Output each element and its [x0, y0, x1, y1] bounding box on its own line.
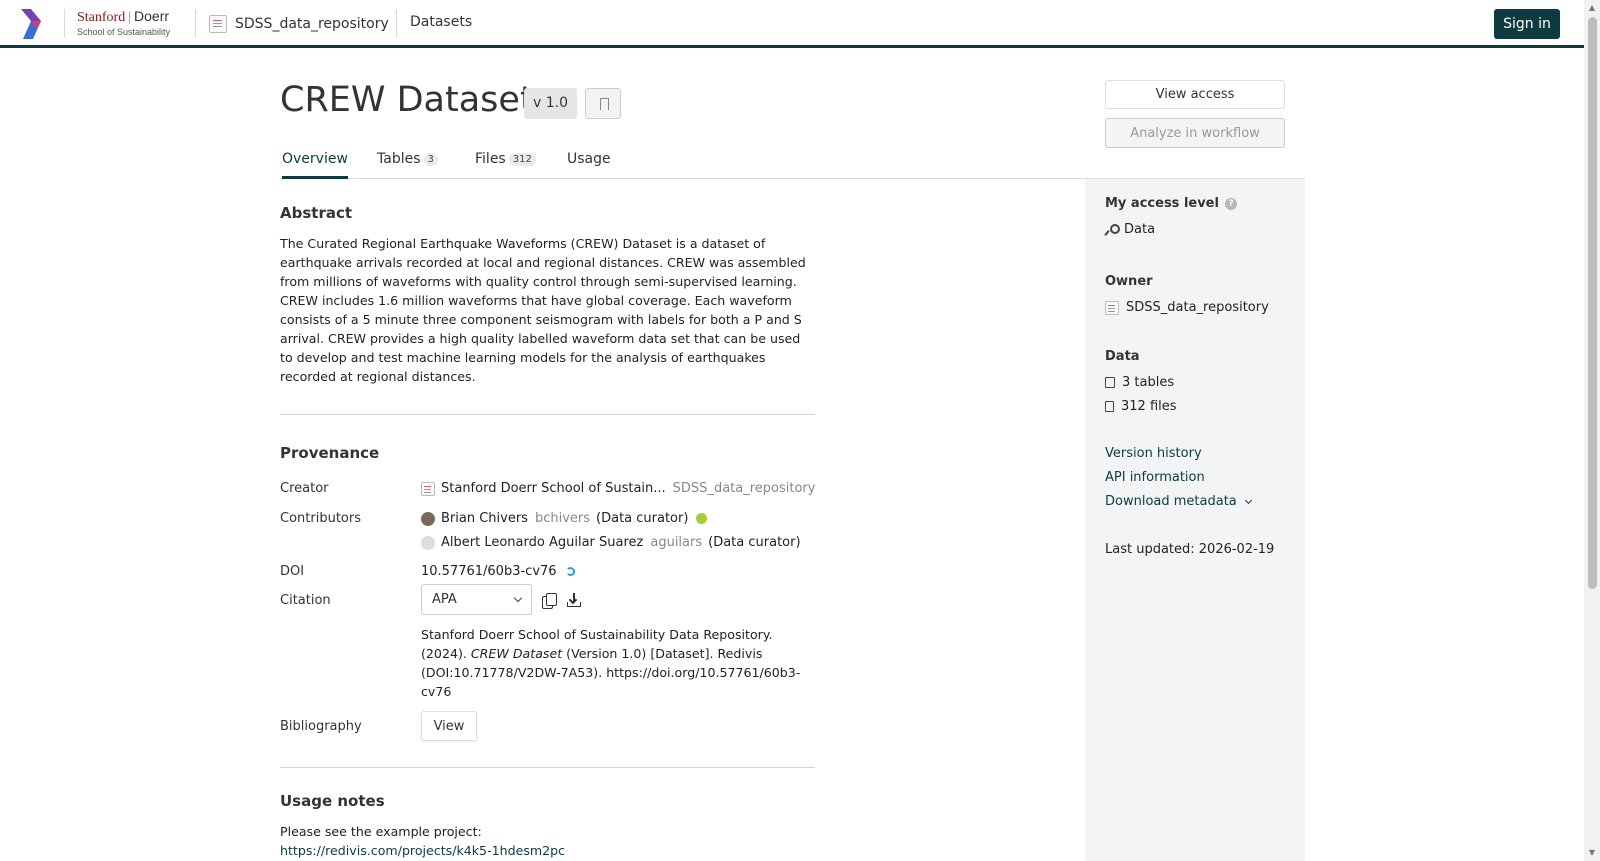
usage-notes-heading: Usage notes	[280, 792, 385, 810]
contributor-handle: aguilars	[650, 535, 703, 550]
abstract-heading: Abstract	[280, 204, 353, 222]
scroll-up-arrow-icon[interactable]: ▲	[1587, 3, 1597, 13]
view-bibliography-button[interactable]: View	[421, 711, 477, 741]
contributor-handle: bchivers	[534, 511, 591, 526]
org-logo[interactable]: Stanford | Doerr School of Sustainability	[77, 8, 182, 40]
divider	[64, 9, 65, 37]
tab-files-count: 312	[508, 153, 536, 166]
tab-tables-count: 3	[423, 153, 438, 166]
contributors-label: Contributors	[280, 511, 361, 526]
repository-icon	[421, 481, 435, 496]
last-updated: Last updated: 2026-02-19	[1105, 542, 1275, 557]
contributor-item[interactable]: Brian Chivers bchivers (Data curator)	[421, 511, 708, 526]
citation-title: CREW Dataset	[470, 646, 563, 661]
breadcrumb-repository-label: SDSS_data_repository	[235, 16, 389, 32]
tab-overview-label: Overview	[282, 151, 348, 167]
access-level-text: Data	[1124, 222, 1156, 237]
scrollbar-thumb[interactable]	[1588, 17, 1597, 589]
bookmark-icon[interactable]	[585, 88, 621, 119]
tab-overview[interactable]: Overview	[282, 151, 348, 179]
redivis-logo-icon[interactable]	[19, 9, 45, 39]
creator-handle: SDSS_data_repository	[672, 481, 816, 496]
analyze-in-workflow-button[interactable]: Analyze in workflow	[1105, 118, 1285, 148]
dataset-title: CREW Dataset	[280, 80, 534, 120]
copy-icon[interactable]	[542, 593, 557, 609]
download-metadata-dropdown[interactable]: Download metadata	[1105, 494, 1252, 509]
divider	[195, 9, 196, 37]
example-project-link[interactable]: https://redivis.com/projects/k4k5-1hdesm…	[280, 843, 565, 858]
tables-count-text: 3 tables	[1122, 375, 1175, 390]
details-sidebar: My access level? Data Owner SDSS_data_re…	[1085, 179, 1305, 861]
contributor-name: Albert Leonardo Aguilar Suarez	[441, 535, 644, 550]
creator-label: Creator	[280, 481, 329, 496]
download-metadata-label: Download metadata	[1105, 494, 1237, 509]
avatar	[421, 511, 435, 526]
contributor-item[interactable]: Albert Leonardo Aguilar Suarez aguilars …	[421, 535, 801, 550]
version-history-link[interactable]: Version history	[1105, 446, 1202, 461]
tab-usage[interactable]: Usage	[567, 151, 611, 179]
table-icon	[1105, 377, 1115, 388]
files-count-text: 312 files	[1121, 399, 1177, 414]
doi-label: DOI	[280, 564, 305, 579]
files-count[interactable]: 312 files	[1105, 399, 1177, 414]
data-label: Data	[1105, 349, 1140, 364]
key-icon	[1105, 223, 1120, 236]
creator-value[interactable]: Stanford Doerr School of Sustain... SDSS…	[421, 481, 815, 496]
download-icon[interactable]	[566, 592, 582, 608]
citation-text: Stanford Doerr School of Sustainability …	[421, 625, 816, 701]
repository-icon	[209, 15, 227, 33]
breadcrumb-repository[interactable]: SDSS_data_repository	[209, 12, 389, 36]
tab-tables-label: Tables	[377, 151, 421, 167]
tab-bar: Overview Tables 3 Files 312 Usage	[280, 151, 1305, 179]
view-access-button[interactable]: View access	[1105, 80, 1285, 109]
owner-label: Owner	[1105, 274, 1153, 289]
top-navigation-bar: Stanford | Doerr School of Sustainability …	[0, 0, 1584, 48]
creator-name: Stanford Doerr School of Sustain...	[441, 481, 666, 496]
tables-count[interactable]: 3 tables	[1105, 375, 1174, 390]
vertical-scrollbar[interactable]: ▲ ▼	[1584, 0, 1600, 861]
avatar	[421, 535, 435, 550]
citation-label: Citation	[280, 593, 331, 608]
org-subtitle: School of Sustainability	[77, 27, 171, 37]
tab-files-label: Files	[475, 151, 506, 167]
tab-usage-label: Usage	[567, 151, 611, 167]
abstract-text: The Curated Regional Earthquake Waveform…	[280, 236, 806, 384]
chevron-down-icon	[513, 593, 523, 603]
access-level-label-text: My access level	[1105, 196, 1219, 211]
scroll-down-arrow-icon[interactable]: ▼	[1587, 848, 1597, 858]
tab-files[interactable]: Files 312	[475, 151, 536, 179]
orcid-icon[interactable]	[696, 513, 708, 524]
citation-format-select[interactable]: APA	[421, 584, 532, 615]
breadcrumb-datasets[interactable]: Datasets	[410, 14, 472, 30]
org-name-doerr: Doerr	[134, 8, 170, 24]
owner-value[interactable]: SDSS_data_repository	[1105, 300, 1269, 315]
contributor-role: (Data curator)	[708, 535, 801, 550]
owner-name: SDSS_data_repository	[1126, 300, 1269, 315]
help-icon[interactable]: ?	[1224, 198, 1237, 210]
access-level-label: My access level?	[1105, 196, 1237, 211]
divider	[396, 9, 397, 37]
file-icon	[1105, 401, 1114, 412]
sign-in-button[interactable]: Sign in	[1494, 9, 1560, 39]
usage-notes-text: Please see the example project:	[280, 824, 482, 839]
contributor-name: Brian Chivers	[441, 511, 528, 526]
doi-value[interactable]: 10.57761/60b3-cv76	[421, 564, 575, 579]
repository-icon	[1105, 300, 1119, 315]
citation-format-value: APA	[432, 592, 457, 607]
bibliography-label: Bibliography	[280, 719, 362, 734]
section-divider	[280, 414, 815, 415]
doi-text: 10.57761/60b3-cv76	[421, 564, 557, 579]
contributor-role: (Data curator)	[596, 511, 689, 526]
section-divider	[280, 767, 815, 768]
tab-tables[interactable]: Tables 3	[377, 151, 438, 179]
org-name-stanford: Stanford	[77, 10, 126, 25]
access-level-value: Data	[1105, 222, 1155, 237]
api-information-link[interactable]: API information	[1105, 470, 1205, 485]
doi-link-icon[interactable]	[565, 567, 575, 576]
provenance-heading: Provenance	[280, 444, 380, 462]
version-badge[interactable]: v 1.0	[524, 88, 577, 119]
chevron-down-icon	[1244, 496, 1252, 504]
